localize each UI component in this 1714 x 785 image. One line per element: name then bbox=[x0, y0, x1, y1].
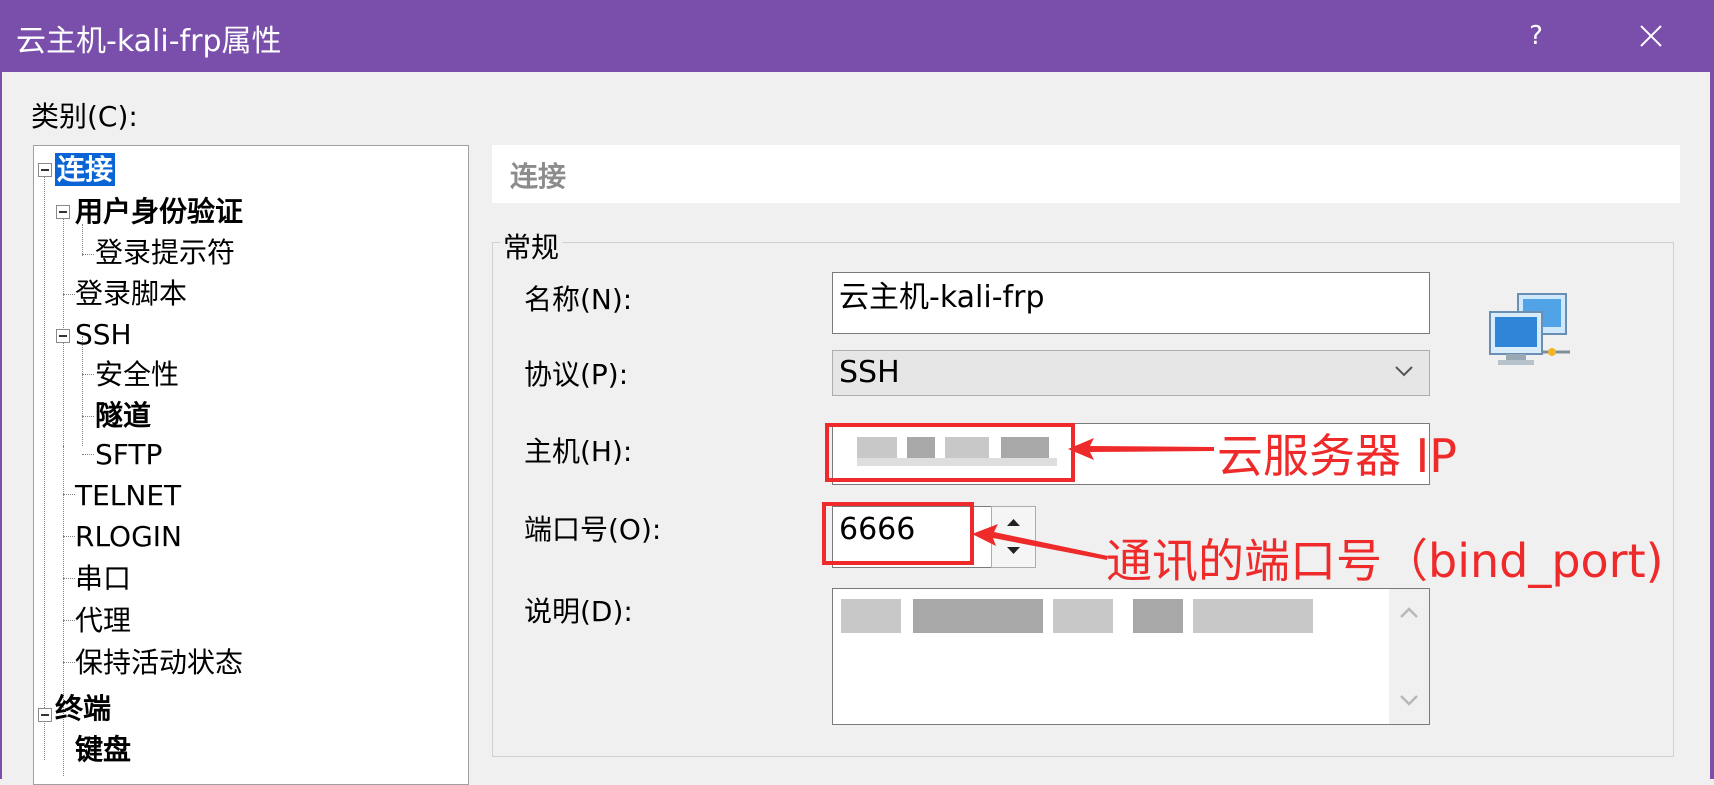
host-annotation: 云服务器 IP bbox=[1217, 429, 1457, 483]
panel-header-title: 连接 bbox=[510, 160, 567, 193]
tree-line bbox=[82, 374, 94, 375]
tree-item-label: 登录脚本 bbox=[75, 277, 188, 310]
description-label: 说明(D): bbox=[524, 595, 633, 628]
tree-item-ssh[interactable]: SSH bbox=[75, 317, 132, 353]
tree-line bbox=[82, 254, 94, 255]
tree-collapse-icon[interactable] bbox=[56, 329, 70, 343]
tree-item-label: 安全性 bbox=[95, 358, 180, 391]
tree-line bbox=[63, 578, 75, 579]
tree-item-tunnel[interactable]: 隧道 bbox=[95, 398, 151, 434]
tree-line bbox=[82, 416, 94, 417]
window-title: 云主机-kali-frp属性 bbox=[16, 24, 282, 59]
tree-item-label: 终端 bbox=[55, 692, 112, 725]
host-highlight-box bbox=[825, 423, 1075, 482]
tree-item-login-scripts[interactable]: 登录脚本 bbox=[75, 276, 187, 312]
port-annotation: 通讯的端口号（bind_port) bbox=[1106, 534, 1664, 588]
tree-line bbox=[44, 170, 45, 760]
tree-line bbox=[63, 662, 75, 663]
tree-item-login-prompts[interactable]: 登录提示符 bbox=[95, 235, 235, 271]
protocol-label: 协议(P): bbox=[524, 358, 629, 391]
name-label: 名称(N): bbox=[524, 283, 633, 316]
redacted-text bbox=[1193, 599, 1313, 633]
tree-line bbox=[82, 454, 94, 455]
redacted-text bbox=[1053, 599, 1113, 633]
tree-collapse-icon[interactable] bbox=[38, 708, 52, 722]
tree-item-label: 登录提示符 bbox=[95, 236, 236, 269]
tree-item-label: 用户身份验证 bbox=[75, 195, 244, 228]
redacted-text bbox=[1133, 599, 1183, 633]
tree-item-label: 连接 bbox=[55, 153, 116, 186]
tree-item-sftp[interactable]: SFTP bbox=[95, 437, 162, 473]
protocol-select[interactable]: SSH bbox=[832, 350, 1430, 396]
tree-line bbox=[63, 620, 75, 621]
tree-item-proxy[interactable]: 代理 bbox=[75, 603, 131, 639]
tree-item-user-auth[interactable]: 用户身份验证 bbox=[75, 194, 243, 230]
tree-item-label: SSH bbox=[75, 318, 132, 351]
panel-header: 连接 bbox=[492, 145, 1680, 203]
description-field[interactable] bbox=[832, 588, 1430, 725]
tree-item-label: 串口 bbox=[75, 562, 132, 595]
redacted-text bbox=[841, 599, 901, 633]
close-button[interactable] bbox=[1625, 14, 1677, 58]
tree-collapse-icon[interactable] bbox=[38, 163, 52, 177]
tree-item-label: SFTP bbox=[95, 438, 163, 471]
redacted-text bbox=[913, 599, 1043, 633]
tree-line bbox=[63, 494, 75, 495]
tree-item-label: 隧道 bbox=[95, 399, 152, 432]
tree-item-connection[interactable]: 连接 bbox=[55, 152, 116, 188]
tree-collapse-icon[interactable] bbox=[56, 205, 70, 219]
description-scrollbar[interactable] bbox=[1389, 589, 1429, 724]
tree-item-label: 键盘 bbox=[75, 733, 132, 766]
tree-item-serial[interactable]: 串口 bbox=[75, 561, 131, 597]
close-icon bbox=[1640, 25, 1662, 47]
network-computers-icon bbox=[1489, 293, 1570, 365]
scroll-down-icon bbox=[1400, 695, 1418, 706]
window-border-left bbox=[0, 72, 2, 779]
protocol-value: SSH bbox=[839, 355, 900, 390]
tree-item-label: 代理 bbox=[75, 604, 132, 637]
category-tree[interactable]: 连接 用户身份验证 登录提示符 登录脚本 SSH 安全性 隧道 SFTP TEL… bbox=[33, 145, 469, 785]
window-border-right bbox=[1710, 72, 1714, 779]
tree-item-terminal[interactable]: 终端 bbox=[55, 691, 111, 727]
general-group-title: 常规 bbox=[500, 226, 563, 266]
tree-item-keepalive[interactable]: 保持活动状态 bbox=[75, 645, 243, 681]
category-label: 类别(C): bbox=[31, 100, 138, 133]
scroll-up-icon bbox=[1400, 607, 1418, 618]
port-label: 端口号(O): bbox=[524, 513, 662, 546]
tree-item-label: RLOGIN bbox=[75, 520, 182, 553]
tree-item-rlogin[interactable]: RLOGIN bbox=[75, 519, 182, 555]
tree-item-security[interactable]: 安全性 bbox=[95, 357, 179, 393]
name-field[interactable]: 云主机-kali-frp bbox=[832, 272, 1430, 334]
port-highlight-box bbox=[822, 502, 974, 565]
tree-line bbox=[63, 294, 75, 295]
host-arrow bbox=[1068, 438, 1214, 460]
tree-line bbox=[63, 536, 75, 537]
tree-item-label: TELNET bbox=[75, 479, 182, 512]
help-button[interactable]: ? bbox=[1510, 16, 1562, 56]
host-label: 主机(H): bbox=[524, 435, 633, 468]
chevron-down-icon bbox=[1395, 366, 1413, 377]
tree-item-label: 保持活动状态 bbox=[75, 646, 244, 679]
port-arrow bbox=[972, 524, 1108, 560]
tree-item-telnet[interactable]: TELNET bbox=[75, 478, 181, 514]
tree-item-keyboard[interactable]: 键盘 bbox=[75, 732, 131, 768]
